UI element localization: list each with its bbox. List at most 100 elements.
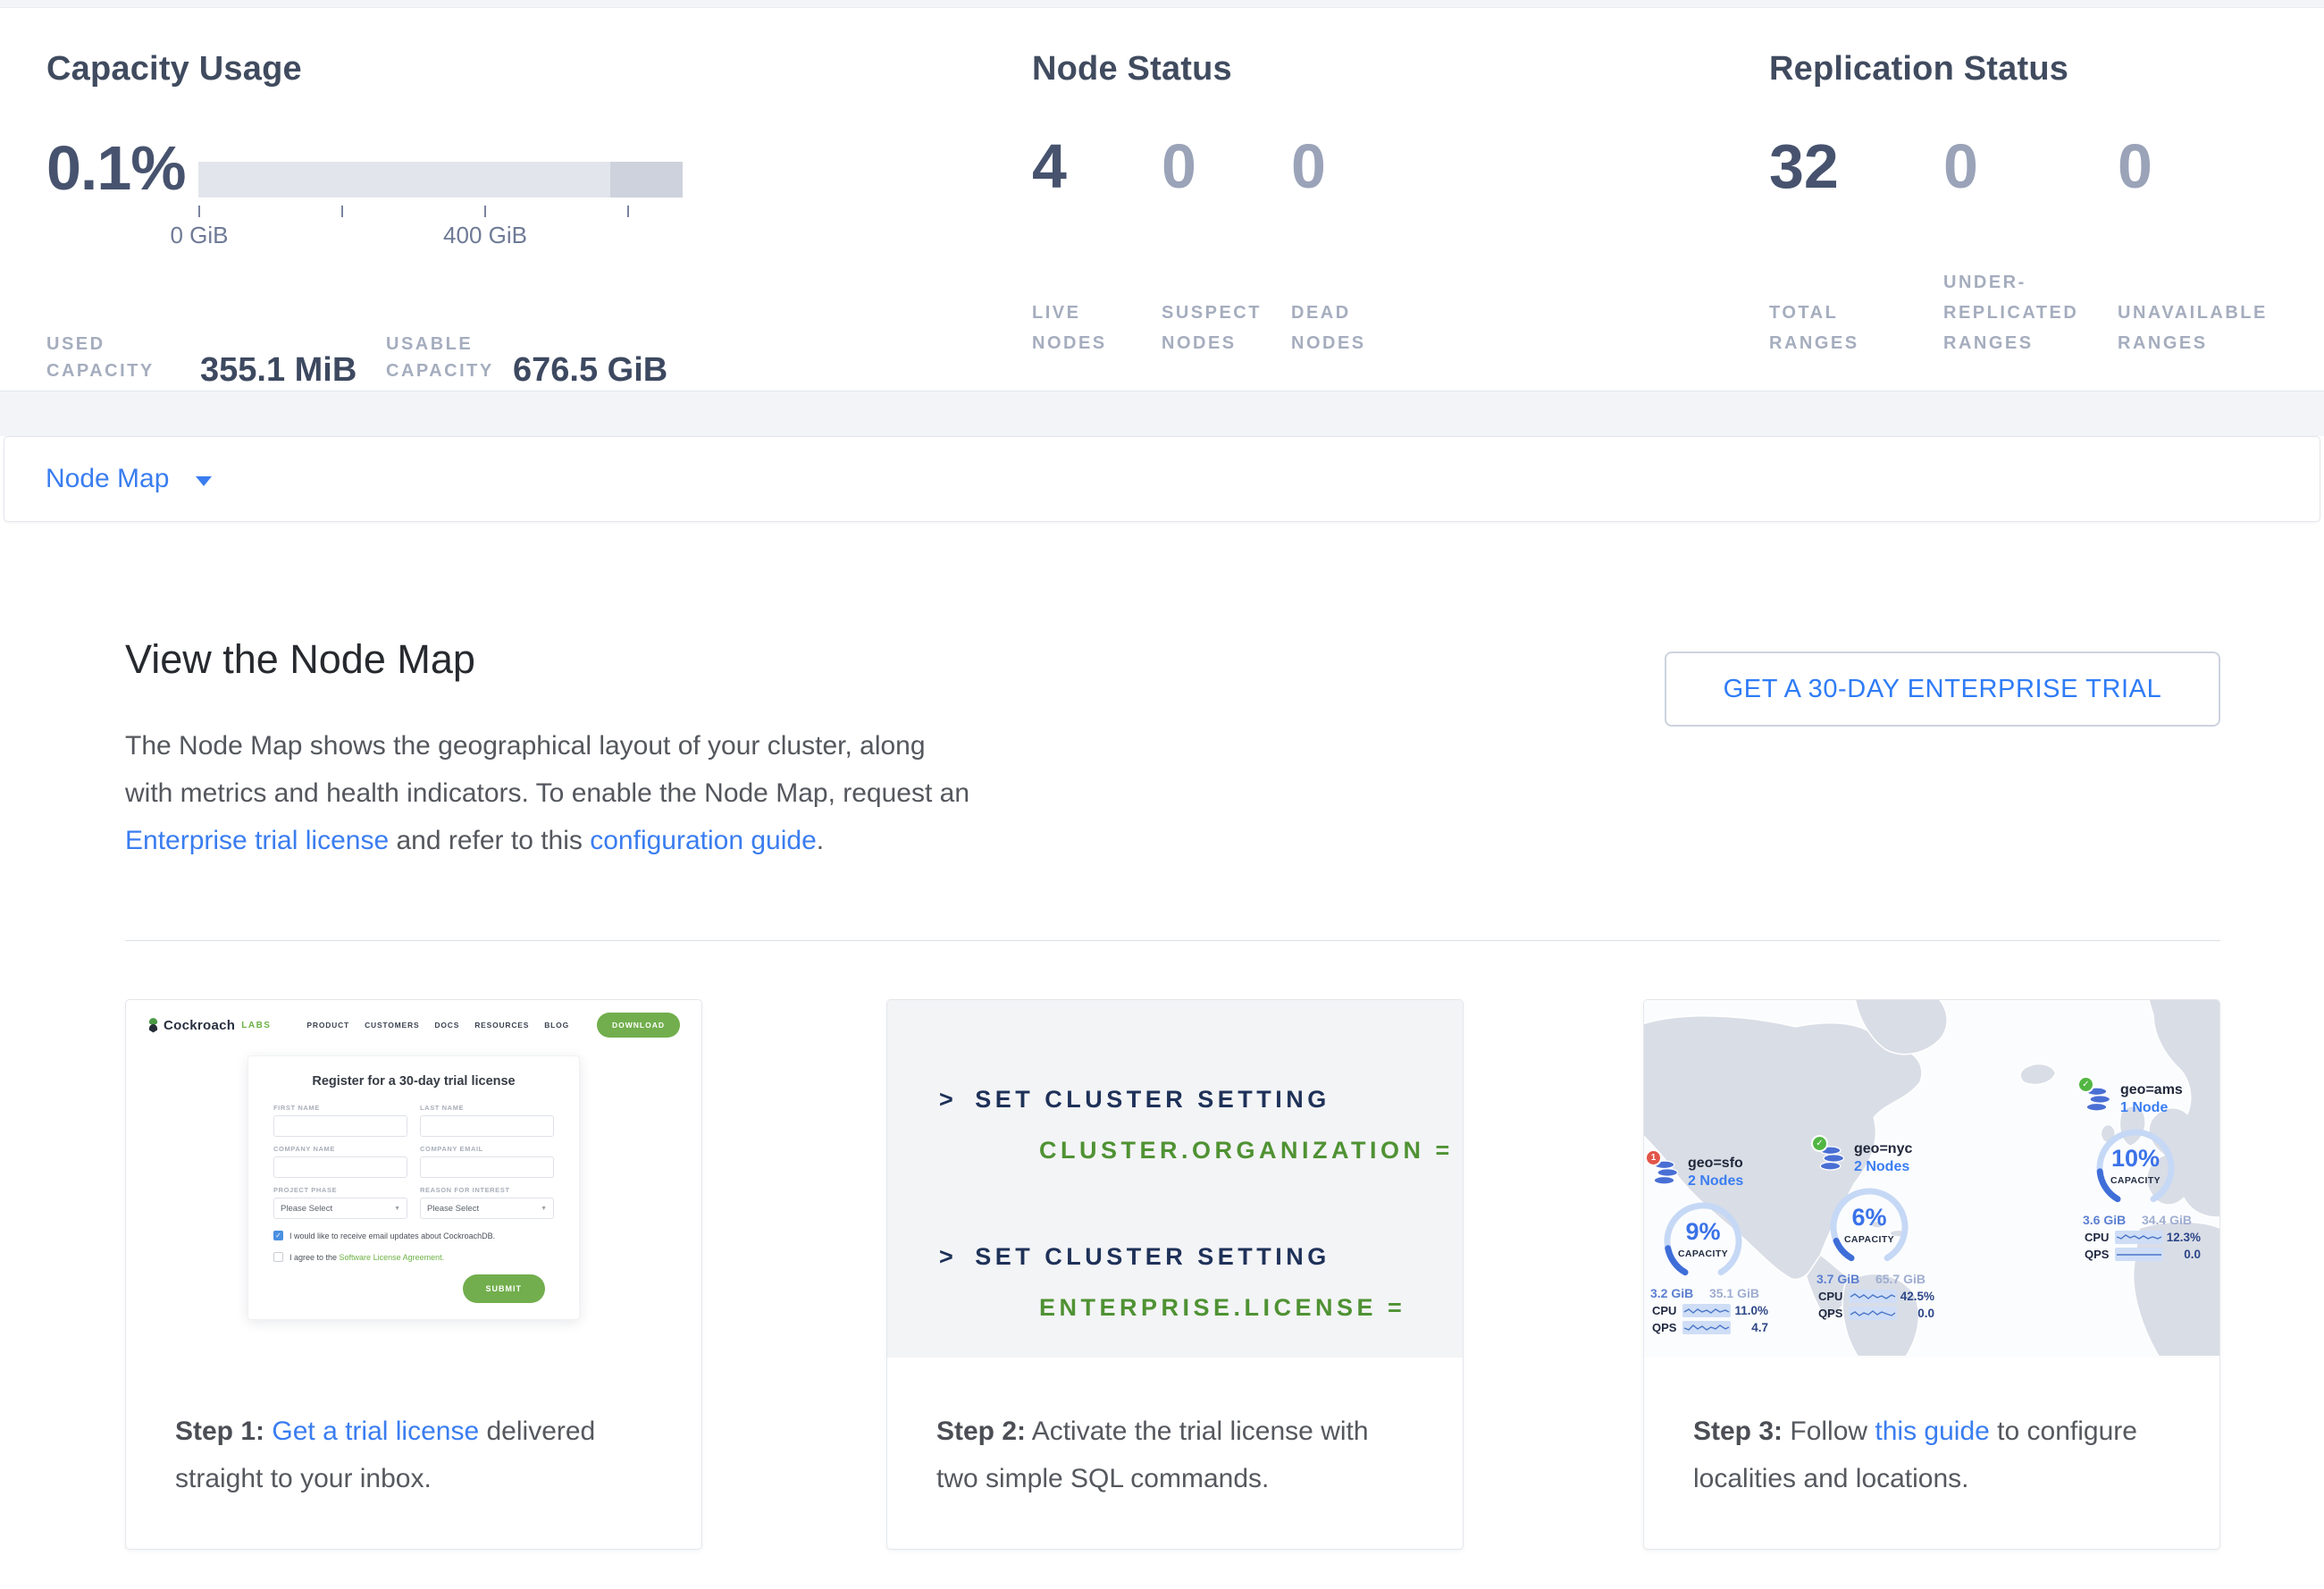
- license-agree-row: I agree to the Software License Agreemen…: [273, 1252, 554, 1262]
- total-value: 34.4 GiB: [2142, 1213, 2192, 1227]
- qps-sparkline: [1849, 1307, 1897, 1320]
- ok-badge: ✓: [1811, 1135, 1828, 1152]
- database-icon-wrap: 1: [1653, 1159, 1680, 1186]
- geo-region-ams: ✓ geo=ams 1 Node 10% CAPACITY: [2085, 1086, 2219, 1261]
- total-value: 35.1 GiB: [1709, 1286, 1759, 1300]
- get-enterprise-trial-button[interactable]: GET A 30-DAY ENTERPRISE TRIAL: [1665, 652, 2220, 727]
- cpu-sparkline: [2115, 1231, 2163, 1244]
- submit-row: SUBMIT: [273, 1274, 554, 1303]
- field-label: COMPANY NAME: [273, 1145, 407, 1153]
- capacity-gauge: 6% CAPACITY: [1826, 1184, 1912, 1270]
- geo-region-node-count: 2 Nodes: [1688, 1173, 1743, 1190]
- logo-suffix: LABS: [241, 1021, 271, 1030]
- cpu-metric: CPU 12.3%: [2085, 1231, 2201, 1244]
- geo-region-header: ✓ geo=nyc 2 Nodes: [1819, 1145, 1980, 1175]
- step-2-caption: Step 2: Activate the trial license with …: [887, 1358, 1463, 1502]
- cpu-sparkline: [1849, 1290, 1897, 1303]
- geo-region-names: geo=ams 1 Node: [2120, 1082, 2183, 1116]
- under-replicated-ranges-stat: 0 UNDER- REPLICATED RANGES: [1943, 50, 2118, 358]
- node-map-preview: 1 geo=sfo 2 Nodes 9% CAPACITY: [1644, 1000, 2219, 1358]
- step-1-card: Cockroach LABS PRODUCT CUSTOMERS DOCS RE…: [125, 999, 702, 1550]
- step-number: Step 2:: [936, 1417, 1026, 1446]
- capacity-label: CAPACITY: [1660, 1248, 1746, 1259]
- company-name-input: [273, 1156, 407, 1178]
- select-value: Please Select: [281, 1204, 332, 1214]
- this-guide-link[interactable]: this guide: [1875, 1417, 1989, 1446]
- capacity-axis-tick: [484, 206, 486, 217]
- capacity-stats: USED CAPACITY 355.1 MiB USABLE CAPACITY …: [46, 291, 743, 391]
- usable-capacity-value: 676.5 GiB: [513, 351, 667, 390]
- cockroach-labs-logo: Cockroach LABS: [147, 1018, 271, 1033]
- qps-metric: QPS 4.7: [1652, 1321, 1768, 1334]
- project-phase-select: Please Select▼: [273, 1198, 407, 1219]
- capacity-used-percent: 0.1%: [46, 132, 186, 204]
- dead-nodes-stat: 0 DEAD NODES: [1291, 50, 1421, 358]
- step-3-card: 1 geo=sfo 2 Nodes 9% CAPACITY: [1643, 999, 2220, 1550]
- capacity-usage-section: Capacity Usage 0.1% 0 GiB 400 GiB USED C…: [46, 50, 743, 358]
- select-value: Please Select: [427, 1204, 479, 1214]
- download-pill: DOWNLOAD: [597, 1013, 680, 1038]
- qps-sparkline: [1682, 1321, 1731, 1334]
- cpu-value: 12.3%: [2167, 1231, 2201, 1244]
- unavailable-ranges-count: 0: [2118, 135, 2152, 198]
- usable-capacity-label: USABLE CAPACITY: [386, 331, 494, 384]
- sql-line: > SET CLUSTER SETTING: [939, 1086, 1463, 1114]
- configuration-guide-link[interactable]: configuration guide: [590, 826, 817, 855]
- sql-command: SET CLUSTER SETTING: [975, 1086, 1330, 1113]
- nav-item: BLOG: [544, 1021, 569, 1030]
- suspect-nodes-label: SUSPECT NODES: [1162, 298, 1262, 358]
- prompt-icon: >: [939, 1086, 957, 1113]
- geo-region-header: ✓ geo=ams 1 Node: [2085, 1086, 2219, 1116]
- qps-value: 0.0: [1917, 1307, 1934, 1320]
- capacity-label: CAPACITY: [2093, 1175, 2178, 1186]
- get-trial-license-link[interactable]: Get a trial license: [272, 1417, 479, 1446]
- capacity-percent: 9%: [1660, 1218, 1746, 1246]
- total-value: 65.7 GiB: [1875, 1272, 1925, 1286]
- sql-argument: CLUSTER.ORGANIZATION =: [939, 1137, 1463, 1164]
- step-number: Step 1:: [175, 1417, 264, 1446]
- form-fields-grid: FIRST NAME LAST NAME COMPANY NAME COMPAN…: [273, 1096, 554, 1219]
- capacity-bar-other-segment: [610, 162, 683, 198]
- field-label: FIRST NAME: [273, 1104, 407, 1112]
- last-name-input: [420, 1115, 554, 1137]
- agree-text: I agree to the Software License Agreemen…: [289, 1253, 444, 1262]
- replication-status-section: Replication Status 32 TOTAL RANGES 0 UND…: [1769, 50, 2305, 358]
- first-name-input: [273, 1115, 407, 1137]
- qps-label: QPS: [2085, 1248, 2115, 1261]
- dead-nodes-count: 0: [1291, 135, 1326, 198]
- geo-region-node-count: 2 Nodes: [1854, 1159, 1912, 1175]
- enterprise-trial-license-link[interactable]: Enterprise trial license: [125, 826, 389, 855]
- used-capacity-label: USED CAPACITY: [46, 331, 155, 384]
- used-value: 3.2 GiB: [1650, 1286, 1693, 1300]
- field-label: REASON FOR INTEREST: [420, 1186, 554, 1194]
- used-value: 3.6 GiB: [2083, 1213, 2126, 1227]
- cluster-summary-bar: Capacity Usage 0.1% 0 GiB 400 GiB USED C…: [0, 7, 2324, 391]
- used-capacity-value: 355.1 MiB: [200, 351, 357, 390]
- sql-line: >SET CLUSTER SETTING: [939, 1243, 1463, 1271]
- geo-region-names: geo=nyc 2 Nodes: [1854, 1141, 1912, 1175]
- error-badge: 1: [1645, 1149, 1662, 1166]
- caption-text: Follow: [1783, 1417, 1875, 1446]
- under-replicated-ranges-label: UNDER- REPLICATED RANGES: [1943, 267, 2078, 358]
- top-band: [0, 0, 2324, 7]
- view-selector-bar: Node Map: [4, 436, 2320, 522]
- qps-metric: QPS 0.0: [1818, 1307, 1934, 1320]
- unavailable-ranges-stat: 0 UNAVAILABLE RANGES: [2118, 50, 2305, 358]
- trial-signup-screenshot: Cockroach LABS PRODUCT CUSTOMERS DOCS RE…: [126, 1000, 701, 1358]
- optin-text: I would like to receive email updates ab…: [289, 1232, 495, 1240]
- cpu-value: 42.5%: [1900, 1290, 1934, 1303]
- email-optin-row: ✓ I would like to receive email updates …: [273, 1231, 554, 1240]
- qps-value: 0.0: [2184, 1248, 2201, 1261]
- capacity-range: 3.7 GiB 65.7 GiB: [1816, 1272, 1925, 1286]
- geo-region-name: geo=ams: [2120, 1082, 2183, 1098]
- cpu-metric: CPU 11.0%: [1652, 1304, 1768, 1317]
- section-gap-band: [0, 391, 2324, 436]
- view-dropdown[interactable]: Node Map: [46, 437, 212, 521]
- view-dropdown-label: Node Map: [46, 464, 169, 494]
- software-license-link: Software License Agreement.: [340, 1253, 445, 1262]
- capacity-axis-tick: [198, 206, 200, 217]
- mini-site-header: Cockroach LABS PRODUCT CUSTOMERS DOCS RE…: [126, 1000, 701, 1038]
- nav-item: RESOURCES: [474, 1021, 529, 1030]
- ok-badge: ✓: [2077, 1076, 2094, 1093]
- description-text: .: [817, 826, 824, 855]
